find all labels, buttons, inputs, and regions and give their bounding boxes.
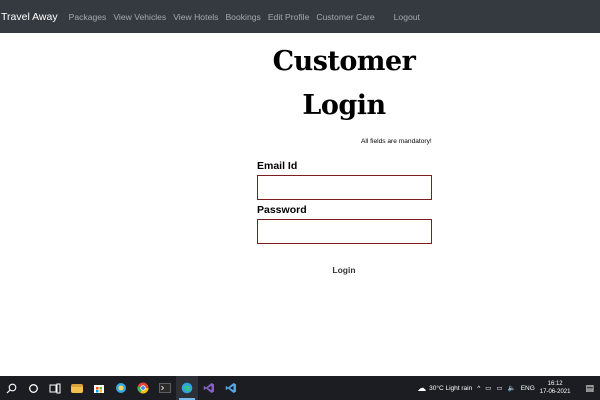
page-title-line2: Login [302,90,386,121]
battery-icon[interactable]: ▭ [496,384,502,392]
task-view-icon[interactable] [44,376,66,400]
weather-text[interactable]: 30°C Light rain [429,385,472,392]
cortana-icon[interactable] [22,376,44,400]
mandatory-note: All fields are mandatory! [361,138,432,145]
nav-link-view-vehicles[interactable]: View Vehicles [113,12,166,22]
edge-icon[interactable] [176,376,198,400]
nav-link-bookings[interactable]: Bookings [225,12,260,22]
nav-link-view-hotels[interactable]: View Hotels [173,12,218,22]
nav-link-logout[interactable]: Logout [394,12,420,22]
login-button[interactable]: Login [324,262,364,278]
chrome-icon[interactable] [132,376,154,400]
system-tray: ☁ 30°C Light rain ^ ▭ ▭ 🔈 ENG 16:12 17-0… [417,376,600,400]
file-explorer-icon[interactable] [66,376,88,400]
nav-link-customer-care[interactable]: Customer Care [316,12,374,22]
email-label: Email Id [257,160,298,172]
app-icon[interactable] [110,376,132,400]
nav-link-packages[interactable]: Packages [69,12,107,22]
clock-date: 17-06-2021 [539,389,571,395]
windows-taskbar: ☁ 30°C Light rain ^ ▭ ▭ 🔈 ENG 16:12 17-0… [0,376,600,400]
nav-links: Packages View Vehicles View Hotels Booki… [69,12,427,22]
page-title: Customer Login [244,40,444,128]
vscode-icon[interactable] [220,376,242,400]
page-title-line1: Customer [272,46,416,77]
store-icon[interactable] [88,376,110,400]
brand-link[interactable]: Travel Away [1,11,58,23]
clock-time: 16:12 [547,381,563,387]
network-icon[interactable]: ▭ [485,384,491,392]
clock[interactable]: 16:12 17-06-2021 [540,380,576,396]
search-icon[interactable] [0,376,22,400]
terminal-icon[interactable] [154,376,176,400]
notification-icon[interactable]: ▤ [585,383,594,394]
password-label: Password [257,204,307,216]
top-navbar: Travel Away Packages View Vehicles View … [0,0,600,33]
nav-link-edit-profile[interactable]: Edit Profile [268,12,310,22]
language-indicator[interactable]: ENG [521,385,535,392]
chevron-up-icon[interactable]: ^ [477,385,480,392]
volume-icon[interactable]: 🔈 [508,384,516,392]
email-input[interactable] [257,175,432,200]
visual-studio-icon[interactable] [198,376,220,400]
weather-icon[interactable]: ☁ [417,383,426,394]
password-input[interactable] [257,219,432,244]
